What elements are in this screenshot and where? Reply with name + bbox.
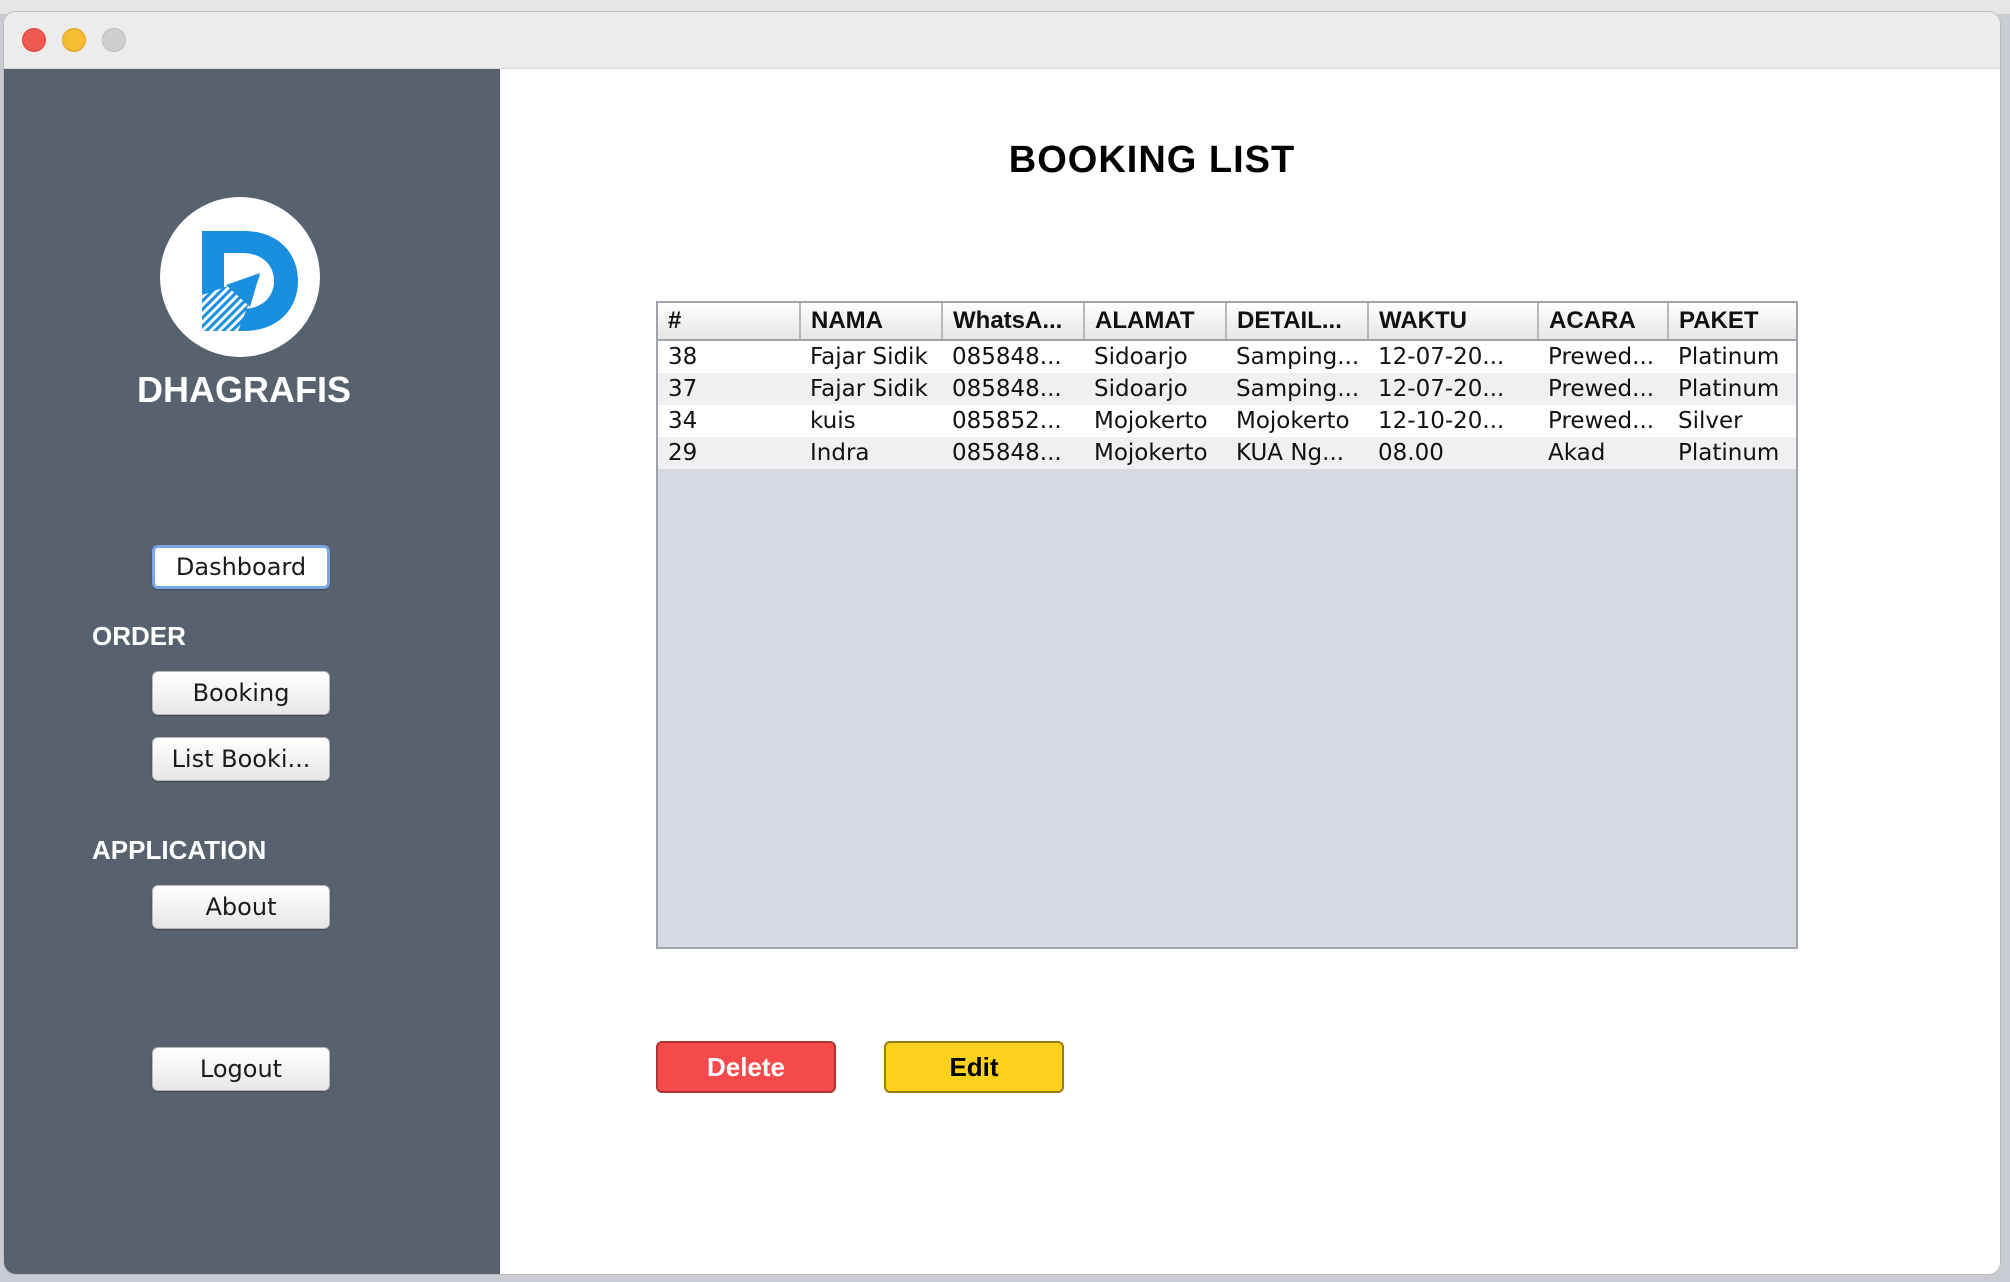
cell-acara: Prewed... bbox=[1538, 340, 1668, 373]
zoom-window-button[interactable] bbox=[102, 28, 126, 52]
delete-button[interactable]: Delete bbox=[656, 1041, 836, 1093]
cell-whatsapp: 085852... bbox=[942, 405, 1084, 437]
cell-acara: Prewed... bbox=[1538, 373, 1668, 405]
cell-acara: Prewed... bbox=[1538, 405, 1668, 437]
cell-paket: Platinum bbox=[1668, 340, 1796, 373]
cell-nama: kuis bbox=[800, 405, 942, 437]
column-header-acara[interactable]: ACARA bbox=[1538, 303, 1669, 341]
cell-waktu: 12-10-20... bbox=[1368, 405, 1538, 437]
column-header-id[interactable]: # bbox=[658, 303, 801, 341]
cell-waktu: 12-07-20... bbox=[1368, 340, 1538, 373]
cell-detail: Samping... bbox=[1226, 373, 1368, 405]
table-row[interactable]: 29 Indra 085848... Mojokerto KUA Ng... 0… bbox=[658, 437, 1796, 469]
table-row[interactable]: 38 Fajar Sidik 085848... Sidoarjo Sampin… bbox=[658, 340, 1796, 373]
column-header-detail[interactable]: DETAIL... bbox=[1226, 303, 1369, 341]
cell-id: 34 bbox=[658, 405, 800, 437]
column-header-alamat[interactable]: ALAMAT bbox=[1084, 303, 1227, 341]
cell-id: 29 bbox=[658, 437, 800, 469]
main-content: BOOKING LIST # NAMA WhatsA... ALAMAT DET… bbox=[500, 69, 2000, 1274]
booking-table[interactable]: # NAMA WhatsA... ALAMAT DETAIL... WAKTU … bbox=[656, 301, 1798, 949]
column-header-paket[interactable]: PAKET bbox=[1668, 303, 1796, 341]
application-heading: APPLICATION bbox=[92, 835, 267, 865]
table-row[interactable]: 37 Fajar Sidik 085848... Sidoarjo Sampin… bbox=[658, 373, 1796, 405]
cell-detail: Mojokerto bbox=[1226, 405, 1368, 437]
cell-paket: Platinum bbox=[1668, 373, 1796, 405]
cell-whatsapp: 085848... bbox=[942, 437, 1084, 469]
cell-nama: Fajar Sidik bbox=[800, 340, 942, 373]
edit-button[interactable]: Edit bbox=[884, 1041, 1064, 1093]
title-bar bbox=[4, 12, 2000, 69]
dashboard-button[interactable]: Dashboard bbox=[152, 545, 330, 589]
minimize-window-button[interactable] bbox=[62, 28, 86, 52]
logo-d-icon bbox=[202, 231, 298, 331]
table-header-row: # NAMA WhatsA... ALAMAT DETAIL... WAKTU … bbox=[658, 303, 1796, 341]
cell-detail: Samping... bbox=[1226, 340, 1368, 373]
cell-alamat: Mojokerto bbox=[1084, 405, 1226, 437]
cell-paket: Silver bbox=[1668, 405, 1796, 437]
cell-id: 37 bbox=[658, 373, 800, 405]
cell-alamat: Mojokerto bbox=[1084, 437, 1226, 469]
cell-alamat: Sidoarjo bbox=[1084, 373, 1226, 405]
cell-nama: Fajar Sidik bbox=[800, 373, 942, 405]
cell-whatsapp: 085848... bbox=[942, 340, 1084, 373]
column-header-waktu[interactable]: WAKTU bbox=[1368, 303, 1539, 341]
brand-name: DHAGRAFIS bbox=[137, 369, 351, 410]
cell-acara: Akad bbox=[1538, 437, 1668, 469]
cell-id: 38 bbox=[658, 340, 800, 373]
cell-waktu: 08.00 bbox=[1368, 437, 1538, 469]
cell-detail: KUA Ng... bbox=[1226, 437, 1368, 469]
page-title: BOOKING LIST bbox=[1008, 139, 1296, 181]
logout-button[interactable]: Logout bbox=[152, 1047, 330, 1091]
app-window: DHAGRAFIS Dashboard ORDER Booking List B… bbox=[4, 12, 2000, 1274]
close-window-button[interactable] bbox=[22, 28, 46, 52]
cell-waktu: 12-07-20... bbox=[1368, 373, 1538, 405]
cell-nama: Indra bbox=[800, 437, 942, 469]
cell-alamat: Sidoarjo bbox=[1084, 340, 1226, 373]
order-heading: ORDER bbox=[92, 621, 186, 651]
cell-paket: Platinum bbox=[1668, 437, 1796, 469]
table-row[interactable]: 34 kuis 085852... Mojokerto Mojokerto 12… bbox=[658, 405, 1796, 437]
column-header-whatsapp[interactable]: WhatsA... bbox=[942, 303, 1085, 341]
list-booking-button[interactable]: List Booki... bbox=[152, 737, 330, 781]
cell-whatsapp: 085848... bbox=[942, 373, 1084, 405]
sidebar: DHAGRAFIS Dashboard ORDER Booking List B… bbox=[4, 69, 500, 1274]
about-button[interactable]: About bbox=[152, 885, 330, 929]
booking-button[interactable]: Booking bbox=[152, 671, 330, 715]
logo bbox=[160, 197, 320, 357]
column-header-nama[interactable]: NAMA bbox=[800, 303, 943, 341]
